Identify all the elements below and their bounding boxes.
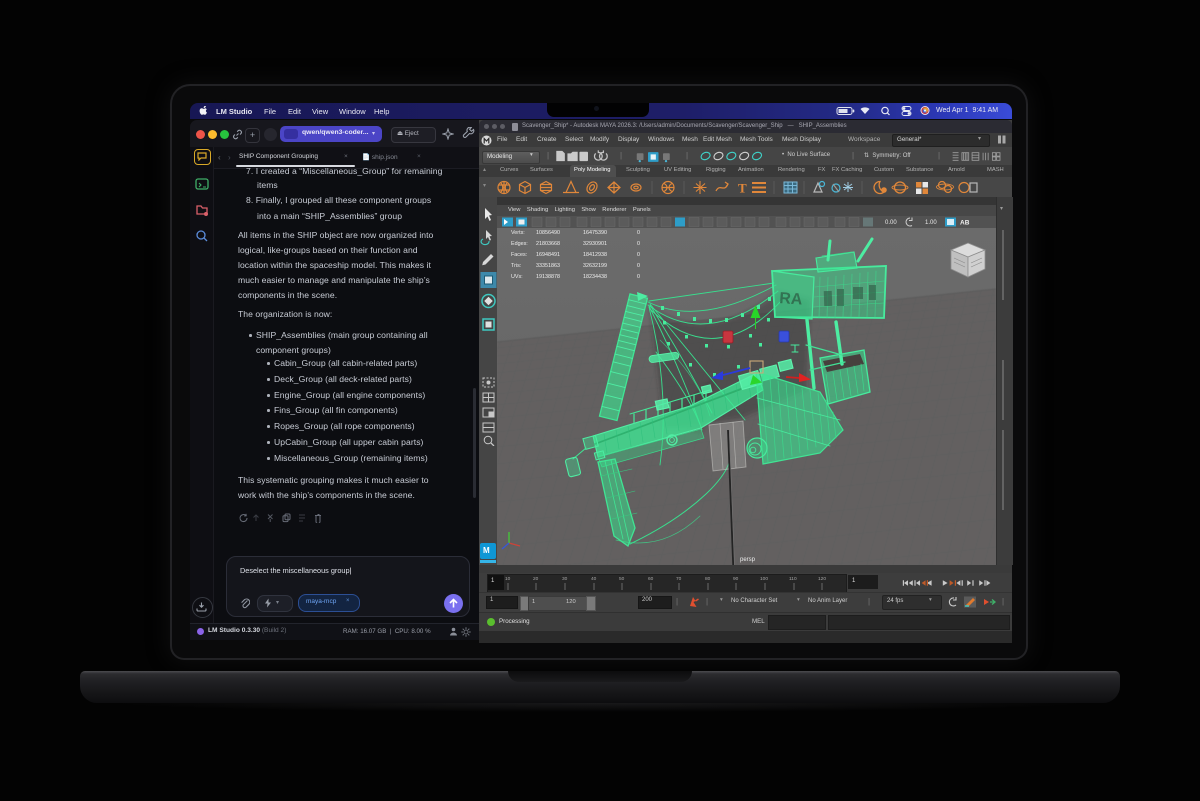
svg-text:10856490: 10856490: [536, 230, 560, 236]
svg-text:UVs:: UVs:: [511, 274, 523, 280]
svg-text:33351863: 33351863: [536, 263, 560, 269]
svg-text:0.00: 0.00: [885, 220, 897, 226]
svg-text:30: 30: [562, 576, 568, 582]
svg-text:Faces:: Faces:: [511, 252, 527, 258]
svg-text:1.00: 1.00: [925, 220, 937, 226]
svg-text:80: 80: [705, 576, 711, 582]
svg-text:40: 40: [591, 576, 597, 582]
svg-text:70: 70: [676, 576, 682, 582]
svg-text:T: T: [738, 181, 747, 196]
svg-text:32632199: 32632199: [583, 263, 607, 269]
svg-text:90: 90: [733, 576, 739, 582]
svg-text:Tris:: Tris:: [511, 263, 521, 269]
svg-text:0: 0: [637, 230, 640, 236]
svg-text:19138878: 19138878: [536, 274, 560, 280]
svg-text:110: 110: [789, 576, 797, 582]
svg-text:18412938: 18412938: [583, 252, 607, 258]
svg-text:16475390: 16475390: [583, 230, 607, 236]
svg-text:0: 0: [637, 263, 640, 269]
svg-text:16948491: 16948491: [536, 252, 560, 258]
svg-text:0: 0: [637, 252, 640, 258]
svg-text:10: 10: [505, 576, 511, 582]
svg-text:AB: AB: [960, 220, 970, 227]
svg-text:persp: persp: [740, 557, 756, 563]
svg-text:32930901: 32930901: [583, 241, 607, 247]
svg-text:120: 120: [818, 576, 826, 582]
svg-text:RA: RA: [779, 290, 804, 309]
svg-text:50: 50: [619, 576, 625, 582]
svg-text:Edges:: Edges:: [511, 241, 528, 247]
svg-text:100: 100: [760, 576, 768, 582]
svg-text:18234438: 18234438: [583, 274, 607, 280]
svg-text:21803668: 21803668: [536, 241, 560, 247]
svg-text:0: 0: [637, 274, 640, 280]
svg-text:0: 0: [637, 241, 640, 247]
svg-text:20: 20: [533, 576, 539, 582]
svg-text:60: 60: [648, 576, 654, 582]
svg-text:Verts:: Verts:: [511, 230, 525, 236]
